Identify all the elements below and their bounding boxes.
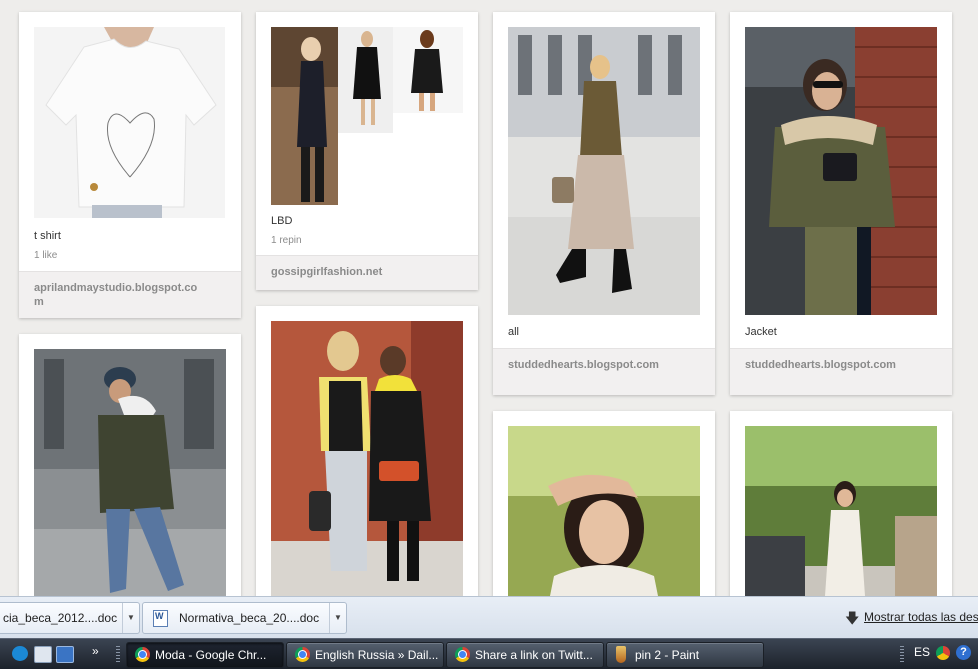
download-item-beca[interactable]: cia_beca_2012....doc ▼ bbox=[0, 602, 140, 634]
download-filename[interactable]: Normativa_beca_20....doc bbox=[179, 611, 319, 625]
pin-source-link[interactable]: studdedhearts.blogspot.com bbox=[508, 358, 673, 372]
task-label: pin 2 - Paint bbox=[635, 648, 700, 662]
pin-description: Jacket bbox=[745, 326, 777, 338]
pin-photo-street-style[interactable] bbox=[271, 321, 463, 596]
lace-top-photo bbox=[508, 426, 700, 596]
download-shelf: cia_beca_2012....doc ▼ Normativa_beca_20… bbox=[0, 596, 978, 639]
task-label: Share a link on Twitt... bbox=[475, 648, 593, 662]
pin-source-link[interactable]: aprilandmaystudio.blogspot.com bbox=[34, 281, 199, 309]
quicklaunch-desktop-icon[interactable] bbox=[56, 646, 74, 663]
pin-photo-parka[interactable] bbox=[34, 349, 226, 596]
lbd-photo bbox=[271, 27, 463, 205]
pin-like-count[interactable]: 1 like bbox=[34, 250, 57, 261]
windows-taskbar: » Moda - Google Chr... English Russia » … bbox=[0, 638, 978, 669]
pin-parka[interactable] bbox=[19, 334, 241, 596]
pin-lace-top[interactable] bbox=[493, 411, 715, 596]
quicklaunch-more-icon[interactable]: » bbox=[92, 644, 99, 658]
pin-jacket[interactable]: Jacket studdedhearts.blogspot.com bbox=[730, 12, 952, 395]
pin-all[interactable]: all studdedhearts.blogspot.com bbox=[493, 12, 715, 395]
pin-repin-count[interactable]: 1 repin bbox=[271, 235, 302, 246]
tshirt-photo bbox=[34, 27, 225, 218]
pin-photo-jacket[interactable] bbox=[745, 27, 937, 315]
pin-description: all bbox=[508, 326, 520, 338]
show-all-label[interactable]: Mostrar todas las desc bbox=[864, 610, 978, 624]
download-arrow-icon: 🡇 bbox=[845, 610, 860, 626]
tray-grip bbox=[900, 646, 904, 662]
help-icon[interactable]: ? bbox=[956, 645, 971, 660]
pin-source-strip[interactable]: gossipgirlfashion.net bbox=[256, 255, 478, 290]
language-indicator[interactable]: ES bbox=[914, 645, 930, 659]
chrome-icon bbox=[135, 647, 150, 662]
word-doc-icon bbox=[153, 610, 168, 627]
pin-photo-lace-top[interactable] bbox=[508, 426, 700, 596]
pin-photo-white-dress[interactable] bbox=[745, 426, 937, 596]
pin-street-style[interactable] bbox=[256, 306, 478, 596]
task-chrome-moda[interactable]: Moda - Google Chr... bbox=[126, 642, 284, 668]
pin-source-strip[interactable]: studdedhearts.blogspot.com bbox=[730, 348, 952, 395]
show-all-downloads-link[interactable]: Mostrar todas las desc bbox=[864, 610, 978, 624]
task-paint[interactable]: pin 2 - Paint bbox=[606, 642, 764, 668]
pin-source-link[interactable]: studdedhearts.blogspot.com bbox=[745, 358, 910, 372]
pin-source-link[interactable]: gossipgirlfashion.net bbox=[271, 265, 436, 279]
jacket-photo bbox=[745, 27, 937, 315]
white-dress-photo bbox=[745, 426, 937, 596]
quicklaunch-skype-icon[interactable] bbox=[12, 646, 28, 661]
street-style-photo bbox=[271, 321, 463, 596]
pin-lbd[interactable]: LBD 1 repin gossipgirlfashion.net bbox=[256, 12, 478, 290]
parka-photo bbox=[34, 349, 226, 596]
pin-white-dress[interactable] bbox=[730, 411, 952, 596]
taskbar-grip bbox=[116, 646, 120, 662]
task-chrome-twitter[interactable]: Share a link on Twitt... bbox=[446, 642, 604, 668]
pin-source-strip[interactable]: studdedhearts.blogspot.com bbox=[493, 348, 715, 395]
paint-icon bbox=[616, 646, 626, 663]
pin-source-strip[interactable]: aprilandmaystudio.blogspot.com bbox=[19, 271, 241, 318]
pin-tshirt[interactable]: t shirt 1 like aprilandmaystudio.blogspo… bbox=[19, 12, 241, 318]
pin-description: t shirt bbox=[34, 230, 61, 242]
pin-description: LBD bbox=[271, 215, 293, 227]
task-label: Moda - Google Chr... bbox=[155, 648, 267, 662]
chrome-icon bbox=[295, 647, 310, 662]
pin-photo-lbd[interactable] bbox=[271, 27, 463, 205]
chevron-down-icon[interactable]: ▼ bbox=[329, 603, 346, 633]
quicklaunch-explorer-icon[interactable] bbox=[34, 646, 52, 663]
pin-photo-all[interactable] bbox=[508, 27, 700, 315]
download-filename[interactable]: cia_beca_2012....doc bbox=[3, 611, 117, 625]
tray-app-icon[interactable] bbox=[936, 646, 950, 660]
download-item-normativa[interactable]: Normativa_beca_20....doc ▼ bbox=[142, 602, 347, 634]
chrome-icon bbox=[455, 647, 470, 662]
all-photo bbox=[508, 27, 700, 315]
task-chrome-englishrussia[interactable]: English Russia » Dail... bbox=[286, 642, 444, 668]
pin-photo-tshirt[interactable] bbox=[34, 27, 225, 218]
task-label: English Russia » Dail... bbox=[315, 648, 439, 662]
chevron-down-icon[interactable]: ▼ bbox=[122, 603, 139, 633]
pinboard: t shirt 1 like aprilandmaystudio.blogspo… bbox=[0, 0, 978, 596]
